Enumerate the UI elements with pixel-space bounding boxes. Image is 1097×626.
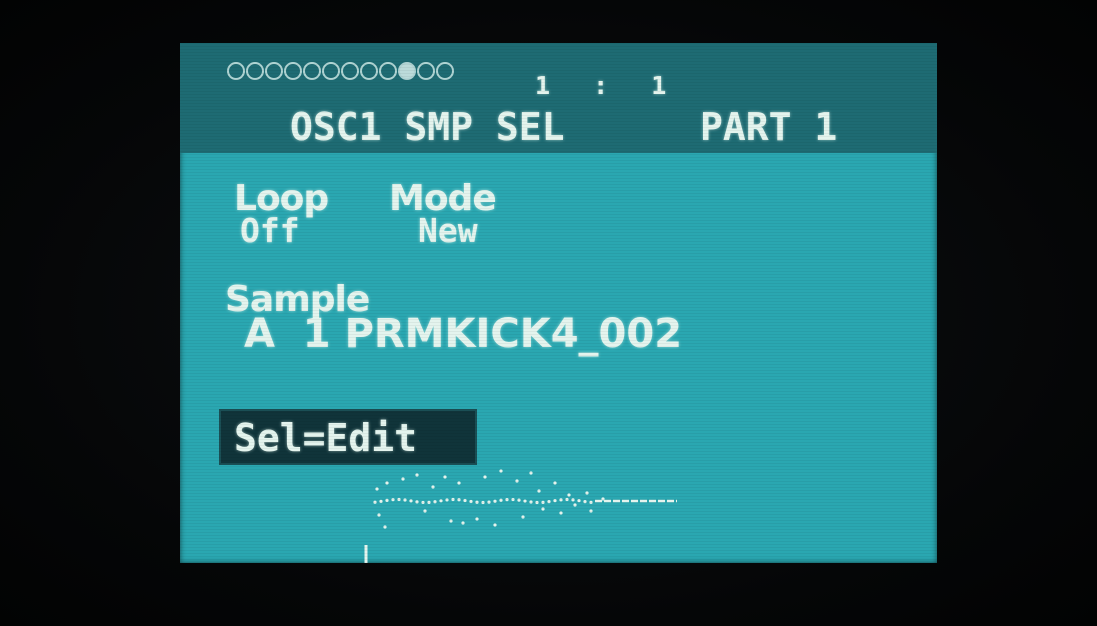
- waveform-dot: [415, 473, 419, 477]
- waveform-dot: [421, 500, 425, 505]
- waveform-dot: [385, 498, 389, 502]
- header-bar: 1 : 1 OSC1 SMP SEL PART 1: [180, 43, 937, 153]
- waveform-dot: [383, 525, 387, 529]
- page-dot: [246, 62, 264, 80]
- waveform-dot: [385, 481, 389, 485]
- waveform-dot: [493, 523, 497, 527]
- waveform-dot: [523, 499, 527, 503]
- waveform-dot: [505, 498, 509, 502]
- waveform-dot: [499, 498, 503, 502]
- waveform-dot: [423, 509, 427, 513]
- waveform-dot: [583, 500, 587, 504]
- waveform-dot: [375, 487, 379, 491]
- waveform-dot: [537, 489, 541, 493]
- waveform-dot: [481, 500, 485, 505]
- page-dot: [341, 62, 359, 80]
- waveform-dot: [443, 475, 447, 479]
- page-dot: [417, 62, 435, 80]
- waveform-dot: [511, 497, 515, 502]
- waveform-dot: [403, 498, 407, 502]
- waveform-dot: [541, 500, 545, 504]
- page-dot: [360, 62, 378, 80]
- waveform-dot: [377, 513, 381, 517]
- waveform-dot: [571, 498, 575, 502]
- waveform-dot: [547, 500, 551, 504]
- waveform-dot: [475, 500, 479, 504]
- waveform-dot: [589, 500, 593, 504]
- waveform-dot: [469, 499, 473, 504]
- waveform-dot: [427, 500, 431, 504]
- loop-value[interactable]: Off: [240, 211, 300, 250]
- page-dot: [303, 62, 321, 80]
- waveform-dot: [433, 500, 437, 504]
- waveform-dot: [517, 498, 521, 502]
- page-dot: [227, 62, 245, 80]
- page-dot: [379, 62, 397, 80]
- waveform-dot: [463, 498, 467, 503]
- page-dot: [322, 62, 340, 80]
- waveform-dot: [573, 503, 577, 507]
- waveform-dot: [493, 499, 497, 503]
- waveform-dot: [487, 500, 491, 504]
- page-dot: [265, 62, 283, 80]
- waveform-dot: [515, 479, 519, 483]
- waveform-dot: [475, 517, 479, 521]
- waveform-dot: [379, 499, 383, 503]
- device-bezel: 1 : 1 OSC1 SMP SEL PART 1 Loop Off Mode …: [0, 0, 1097, 626]
- waveform-dot: [445, 498, 449, 502]
- waveform-dot: [457, 498, 461, 502]
- waveform-dot: [483, 475, 487, 479]
- waveform-dot: [397, 497, 401, 502]
- waveform-dot: [499, 469, 503, 473]
- waveform-dot: [541, 507, 545, 511]
- waveform-dot: [577, 499, 581, 503]
- waveform-dot: [401, 477, 405, 481]
- waveform-dot: [409, 499, 413, 503]
- waveform-dot: [559, 498, 563, 502]
- waveform-dot: [553, 481, 557, 485]
- waveform-dot: [373, 500, 377, 504]
- waveform-dot: [529, 500, 533, 504]
- waveform-dot: [565, 497, 569, 502]
- page-dot-active: [398, 62, 416, 80]
- waveform-dot: [521, 515, 525, 519]
- page-dot: [284, 62, 302, 80]
- waveform-dot: [529, 471, 533, 475]
- waveform-dot: [391, 498, 395, 502]
- waveform-dot: [567, 493, 571, 497]
- waveform-dot: [451, 497, 455, 502]
- waveform-dot: [431, 485, 435, 489]
- lcd-screen: 1 : 1 OSC1 SMP SEL PART 1 Loop Off Mode …: [180, 43, 937, 563]
- waveform-dot: [585, 491, 589, 495]
- waveform-dot: [461, 521, 465, 525]
- page-title: OSC1 SMP SEL: [290, 105, 565, 149]
- page-dot: [436, 62, 454, 80]
- waveform-dot: [535, 500, 539, 505]
- waveform-display: [364, 469, 677, 563]
- part-label: PART 1: [700, 105, 838, 149]
- sample-value[interactable]: A 1 PRMKICK4_002: [244, 311, 682, 357]
- waveform-dot: [589, 509, 593, 513]
- mode-value[interactable]: New: [418, 211, 478, 250]
- waveform-dot: [457, 481, 461, 485]
- waveform-dot: [553, 499, 557, 503]
- page-indicator: [227, 62, 454, 80]
- waveform-dot: [559, 511, 563, 515]
- waveform-dot: [415, 500, 419, 504]
- position-readout: 1 : 1: [535, 71, 681, 100]
- waveform-dot: [449, 519, 453, 523]
- waveform-dot: [439, 499, 443, 503]
